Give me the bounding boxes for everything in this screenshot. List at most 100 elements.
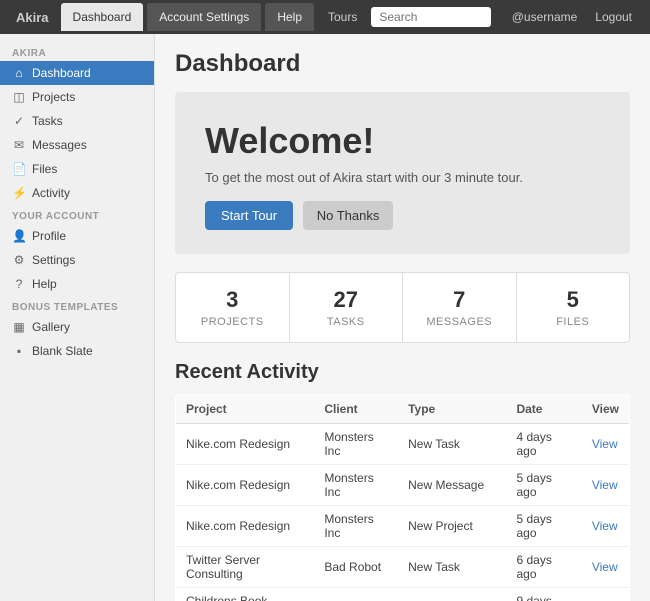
sidebar-item-messages[interactable]: ✉ Messages xyxy=(0,133,154,157)
sidebar-item-dashboard-label: Dashboard xyxy=(32,66,91,80)
cell-date: 9 days ago xyxy=(506,588,581,601)
cell-client: Evil Genius xyxy=(314,588,398,601)
help-icon: ? xyxy=(12,277,26,291)
tab-help[interactable]: Help xyxy=(265,3,314,31)
cell-view[interactable]: View xyxy=(582,506,630,547)
sidebar-item-messages-label: Messages xyxy=(32,138,87,152)
stat-files-number: 5 xyxy=(533,287,614,313)
sidebar-item-projects[interactable]: ◫ Projects xyxy=(0,85,154,109)
sidebar-item-tasks-label: Tasks xyxy=(32,114,63,128)
table-row: Twitter Server Consulting Bad Robot New … xyxy=(176,547,630,588)
cell-project: Nike.com Redesign xyxy=(176,506,315,547)
sidebar-item-projects-label: Projects xyxy=(32,90,75,104)
tasks-icon: ✓ xyxy=(12,114,26,128)
cell-type: New Message xyxy=(398,588,506,601)
cell-date: 5 days ago xyxy=(506,465,581,506)
cell-type: New Task xyxy=(398,547,506,588)
view-link[interactable]: View xyxy=(592,519,618,533)
messages-icon: ✉ xyxy=(12,138,26,152)
sidebar-item-gallery-label: Gallery xyxy=(32,320,70,334)
cell-client: Monsters Inc xyxy=(314,506,398,547)
gallery-icon: ▦ xyxy=(12,320,26,334)
cell-project: Nike.com Redesign xyxy=(176,465,315,506)
top-nav: Akira Dashboard Account Settings Help To… xyxy=(0,0,650,34)
view-link[interactable]: View xyxy=(592,478,618,492)
welcome-text: To get the most out of Akira start with … xyxy=(205,170,600,185)
cell-date: 6 days ago xyxy=(506,547,581,588)
stat-files: 5 FILES xyxy=(517,273,630,342)
layout: Akira ⌂ Dashboard ◫ Projects ✓ Tasks ✉ M… xyxy=(0,34,650,601)
main-content: Dashboard Welcome! To get the most out o… xyxy=(155,34,650,601)
logout-button[interactable]: Logout xyxy=(585,10,642,24)
username-label: @username xyxy=(512,10,578,24)
sidebar-item-blank-slate[interactable]: ▪ Blank Slate xyxy=(0,339,154,363)
table-row: Nike.com Redesign Monsters Inc New Messa… xyxy=(176,465,630,506)
blank-slate-icon: ▪ xyxy=(12,344,26,358)
sidebar-item-gallery[interactable]: ▦ Gallery xyxy=(0,315,154,339)
page-title: Dashboard xyxy=(175,50,630,78)
no-thanks-button[interactable]: No Thanks xyxy=(303,201,394,230)
recent-activity-title: Recent Activity xyxy=(175,361,630,384)
stat-projects: 3 PROJECTS xyxy=(176,273,290,342)
cell-date: 5 days ago xyxy=(506,506,581,547)
sidebar-item-tasks[interactable]: ✓ Tasks xyxy=(0,109,154,133)
cell-project: Nike.com Redesign xyxy=(176,424,315,465)
view-link[interactable]: View xyxy=(592,437,618,451)
stat-projects-number: 3 xyxy=(192,287,273,313)
tours-menu[interactable]: Tours xyxy=(318,10,367,24)
tab-account-settings[interactable]: Account Settings xyxy=(147,3,261,31)
cell-type: New Project xyxy=(398,506,506,547)
cell-view[interactable]: View xyxy=(582,465,630,506)
sidebar-item-settings[interactable]: ⚙ Settings xyxy=(0,248,154,272)
cell-view[interactable]: View xyxy=(582,547,630,588)
sidebar-item-activity-label: Activity xyxy=(32,186,70,200)
view-link[interactable]: View xyxy=(592,560,618,574)
activity-table: Project Client Type Date View Nike.com R… xyxy=(175,394,630,601)
sidebar-item-settings-label: Settings xyxy=(32,253,75,267)
cell-client: Bad Robot xyxy=(314,547,398,588)
sidebar-section-bonus: Bonus Templates xyxy=(0,296,154,315)
sidebar-section-akira: Akira xyxy=(0,42,154,61)
sidebar-item-files-label: Files xyxy=(32,162,57,176)
stat-tasks-number: 27 xyxy=(306,287,387,313)
settings-icon: ⚙ xyxy=(12,253,26,267)
cell-client: Monsters Inc xyxy=(314,424,398,465)
sidebar-item-activity[interactable]: ⚡ Activity xyxy=(0,181,154,205)
col-client: Client xyxy=(314,395,398,424)
sidebar-item-profile[interactable]: 👤 Profile xyxy=(0,224,154,248)
cell-project: Childrens Book Illustration xyxy=(176,588,315,601)
sidebar-item-files[interactable]: 📄 Files xyxy=(0,157,154,181)
sidebar-item-dashboard[interactable]: ⌂ Dashboard xyxy=(0,61,154,85)
stat-tasks-label: TASKS xyxy=(327,316,365,328)
table-row: Nike.com Redesign Monsters Inc New Proje… xyxy=(176,506,630,547)
cell-view[interactable]: View xyxy=(582,424,630,465)
stats-row: 3 PROJECTS 27 TASKS 7 MESSAGES 5 FILES xyxy=(175,272,630,343)
stat-tasks: 27 TASKS xyxy=(290,273,404,342)
col-project: Project xyxy=(176,395,315,424)
welcome-box: Welcome! To get the most out of Akira st… xyxy=(175,92,630,254)
activity-icon: ⚡ xyxy=(12,186,26,200)
search-input[interactable] xyxy=(371,7,491,27)
start-tour-button[interactable]: Start Tour xyxy=(205,201,293,230)
stat-files-label: FILES xyxy=(556,316,589,328)
brand-logo: Akira xyxy=(8,10,57,25)
sidebar: Akira ⌂ Dashboard ◫ Projects ✓ Tasks ✉ M… xyxy=(0,34,155,601)
sidebar-item-profile-label: Profile xyxy=(32,229,66,243)
tab-dashboard[interactable]: Dashboard xyxy=(61,3,144,31)
stat-messages: 7 MESSAGES xyxy=(403,273,517,342)
sidebar-item-help[interactable]: ? Help xyxy=(0,272,154,296)
table-row: Childrens Book Illustration Evil Genius … xyxy=(176,588,630,601)
home-icon: ⌂ xyxy=(12,66,26,80)
cell-type: New Task xyxy=(398,424,506,465)
profile-icon: 👤 xyxy=(12,229,26,243)
cell-type: New Message xyxy=(398,465,506,506)
table-row: Nike.com Redesign Monsters Inc New Task … xyxy=(176,424,630,465)
col-type: Type xyxy=(398,395,506,424)
stat-messages-number: 7 xyxy=(419,287,500,313)
projects-icon: ◫ xyxy=(12,90,26,104)
files-icon: 📄 xyxy=(12,162,26,176)
top-nav-right: @username Logout xyxy=(512,10,642,24)
sidebar-item-help-label: Help xyxy=(32,277,57,291)
col-date: Date xyxy=(506,395,581,424)
cell-view[interactable]: View xyxy=(582,588,630,601)
